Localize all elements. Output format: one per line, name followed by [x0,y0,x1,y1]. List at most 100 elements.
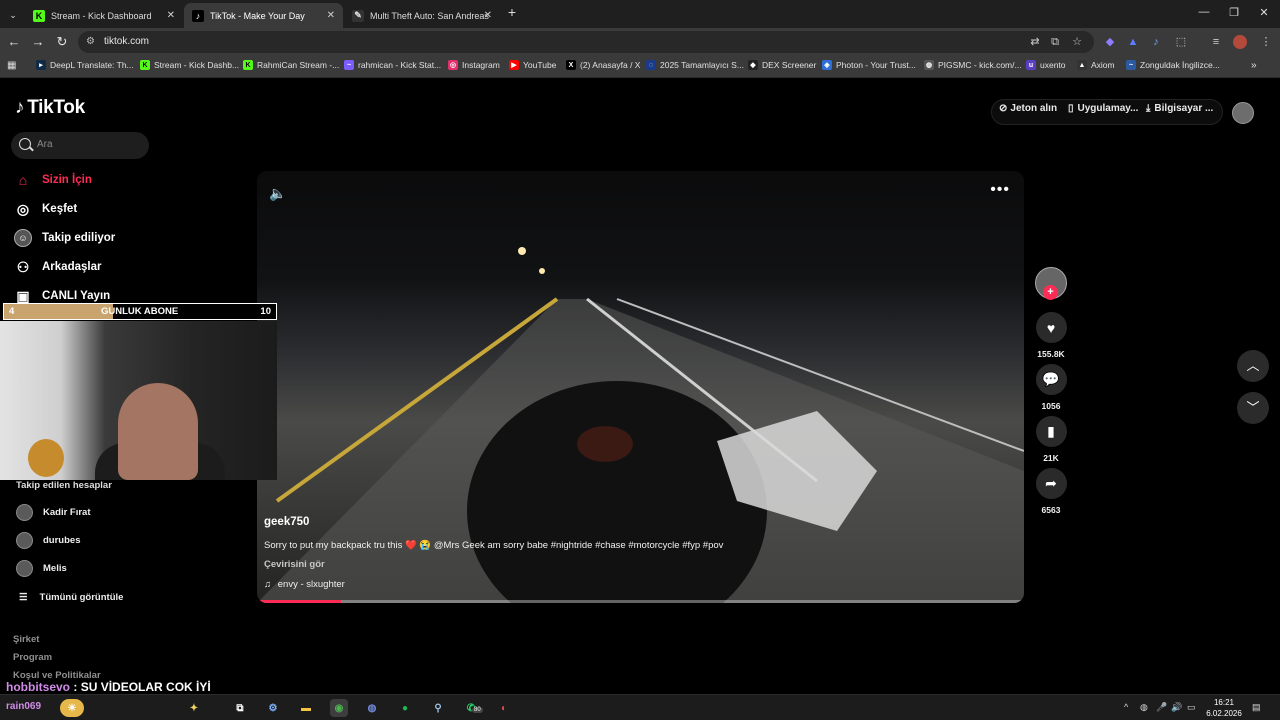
close-icon[interactable]: ✕ [167,10,175,21]
windows-taskbar: rain069 ☀ ✦ ⧉ ⚙ ▬ ◉ ◍ ● ⚲ ✆ 80 ◐ ^ ◍ 🎤 🔊… [0,694,1280,720]
tiktok-logo[interactable]: ♪ TikTok [15,97,85,119]
bookmark-item[interactable]: ◈ Photon - Your Trust... [822,60,916,70]
close-icon[interactable]: ✕ [327,10,335,21]
friends-icon: ⚇ [16,258,30,275]
footer-program[interactable]: Program [13,652,52,663]
bookmark-label: (2) Anasayfa / X [580,60,641,70]
minimize-icon[interactable]: — [1192,6,1216,18]
task-view-icon[interactable]: ⧉ [231,699,249,717]
obs-icon[interactable]: ◐ [495,699,513,717]
close-window-icon[interactable]: ✕ [1252,6,1276,19]
goal-current: 4 [9,306,15,317]
bookmark-item[interactable]: ~ rahmican - Kick Stat... [344,60,441,70]
restore-icon[interactable]: ❐ [1222,6,1246,19]
tab-kick-dashboard[interactable]: K Stream - Kick Dashboard ✕ [25,3,183,28]
bookmark-item[interactable]: ~ Zonguldak İngilizce... [1126,60,1220,70]
address-bar[interactable]: ⚙ tiktok.com ⇄ ⧉ ☆ [78,31,1094,53]
translate-icon[interactable]: ⇄ [1028,35,1042,49]
star-icon[interactable]: ☆ [1070,35,1084,49]
bookmark-item[interactable]: K RahmiCan Stream -... [243,60,339,70]
video-player[interactable]: 🔈 ••• geek750 Sorry to put my backpack t… [257,171,1024,603]
steam-icon[interactable]: ⚲ [429,699,447,717]
tab-search-button[interactable]: ⌄ [3,3,23,28]
nav-for-you[interactable]: ⌂ Sizin İçin [14,171,92,189]
bookmark-icon: ▮ [1035,416,1067,447]
microphone-icon[interactable]: 🎤 [1156,702,1167,713]
bookmark-item[interactable]: K Stream - Kick Dashb... [140,60,239,70]
nav-friends[interactable]: ⚇ Arkadaşlar [14,258,102,276]
reload-icon[interactable]: ↻ [54,34,70,50]
media-controls-icon[interactable]: ≡ [1209,35,1223,49]
previous-video-button[interactable]: ︿ [1237,350,1269,382]
video-progress-fill [257,600,342,603]
following-account[interactable]: durubes [16,532,80,549]
like-button[interactable]: ♥ 155.8K [1035,312,1067,359]
clock[interactable]: 16:21 6.02.2026 [1204,697,1244,719]
desktop-app-button[interactable]: ⤓ Bilgisayar ... [1146,103,1213,114]
video-progress-bar[interactable] [257,600,1024,603]
bookmark-item[interactable]: ◆ DEX Screener [748,60,816,70]
daily-subs-goal-bar: 4 GUNLUK ABONE 10 [3,303,277,320]
more-options-icon[interactable]: ••• [990,181,1010,199]
extension-icon[interactable]: ◆ [1103,35,1117,49]
following-account[interactable]: Kadir Fırat [16,504,91,521]
user-avatar[interactable] [1232,102,1254,124]
nav-explore[interactable]: ◎ Keşfet [14,200,77,218]
bookmark-favicon-icon: ◆ [748,60,758,70]
next-video-button[interactable]: ﹀ [1237,392,1269,424]
see-all-link[interactable]: ☰ Tümünü görüntüle [19,592,123,603]
apps-grid-icon[interactable]: ▦ [7,60,16,71]
save-button[interactable]: ▮ 21K [1035,416,1067,463]
video-author[interactable]: geek750 [264,516,309,528]
new-tab-button[interactable]: + [500,4,524,20]
extensions-puzzle-icon[interactable]: ⬚ [1174,35,1188,49]
following-account[interactable]: Melis [16,560,67,577]
get-coins-button[interactable]: ⊘ Jeton alın [999,103,1057,114]
bookmark-item[interactable]: ◍ PIGSMC - kick.com/... [924,60,1022,70]
footer-company[interactable]: Şirket [13,634,39,645]
heart-icon: ♥ [1035,312,1067,343]
chevron-up-icon[interactable]: ^ [1124,702,1128,712]
tab-mta[interactable]: ✎ Multi Theft Auto: San Andreas ✕ [344,3,500,28]
bookmark-item[interactable]: ▶ YouTube [509,60,556,70]
network-icon[interactable]: ▭ [1187,702,1196,713]
profile-avatar[interactable] [1233,35,1247,49]
bookmark-item[interactable]: ◎ Instagram [448,60,500,70]
file-explorer-icon[interactable]: ▬ [297,699,315,717]
tab-tiktok[interactable]: ♪ TikTok - Make Your Day ✕ [184,3,343,28]
spotify-icon[interactable]: ● [396,699,414,717]
bookmark-item[interactable]: ◌ 2025 Tamamlayıcı S... [646,60,744,70]
search-input[interactable]: Ara [11,132,149,159]
video-music[interactable]: ♫ envy - slxughter [264,579,345,590]
widgets-icon[interactable]: ☀ [60,699,84,717]
site-info-icon[interactable]: ⚙ [86,36,95,47]
comment-button[interactable]: 💬 1056 [1035,364,1067,411]
chrome-icon[interactable]: ◉ [330,699,348,717]
forward-icon[interactable]: → [30,34,46,50]
get-app-button[interactable]: ▯ Uygulamay... [1068,103,1138,114]
discord-tray-icon[interactable]: ◍ [1140,702,1148,713]
close-icon[interactable]: ✕ [484,10,492,21]
tab-label: TikTok - Make Your Day [210,10,305,21]
bookmark-item[interactable]: ▲ Axiom [1077,60,1115,70]
copilot-icon[interactable]: ✦ [185,699,203,717]
bookmark-item[interactable]: X (2) Anasayfa / X [566,60,640,70]
menu-dots-icon[interactable]: ⋮ [1259,35,1273,49]
volume-icon[interactable]: 🔈 [269,185,286,202]
extension-icon[interactable]: ♪ [1149,35,1163,49]
chevron-right-icon[interactable]: » [1251,60,1257,71]
discord-icon[interactable]: ◍ [363,699,381,717]
notification-icon[interactable]: ▤ [1252,702,1261,713]
volume-tray-icon[interactable]: 🔊 [1171,702,1182,713]
share-button[interactable]: ➦ 6563 [1035,468,1067,515]
back-icon[interactable]: ← [6,34,22,50]
extension-icon[interactable]: ▲ [1126,35,1140,49]
cast-icon[interactable]: ⧉ [1048,35,1062,49]
follow-plus-icon[interactable]: + [1043,285,1058,300]
bookmark-item[interactable]: ▸ DeepL Translate: Th... [36,60,134,70]
settings-app-icon[interactable]: ⚙ [264,699,282,717]
chevron-up-icon: ︿ [1246,358,1260,373]
bookmark-item[interactable]: u uxento [1026,60,1066,70]
see-translation-link[interactable]: Çevirisini gör [264,559,325,570]
nav-following[interactable]: ☺ Takip ediliyor [14,229,115,247]
